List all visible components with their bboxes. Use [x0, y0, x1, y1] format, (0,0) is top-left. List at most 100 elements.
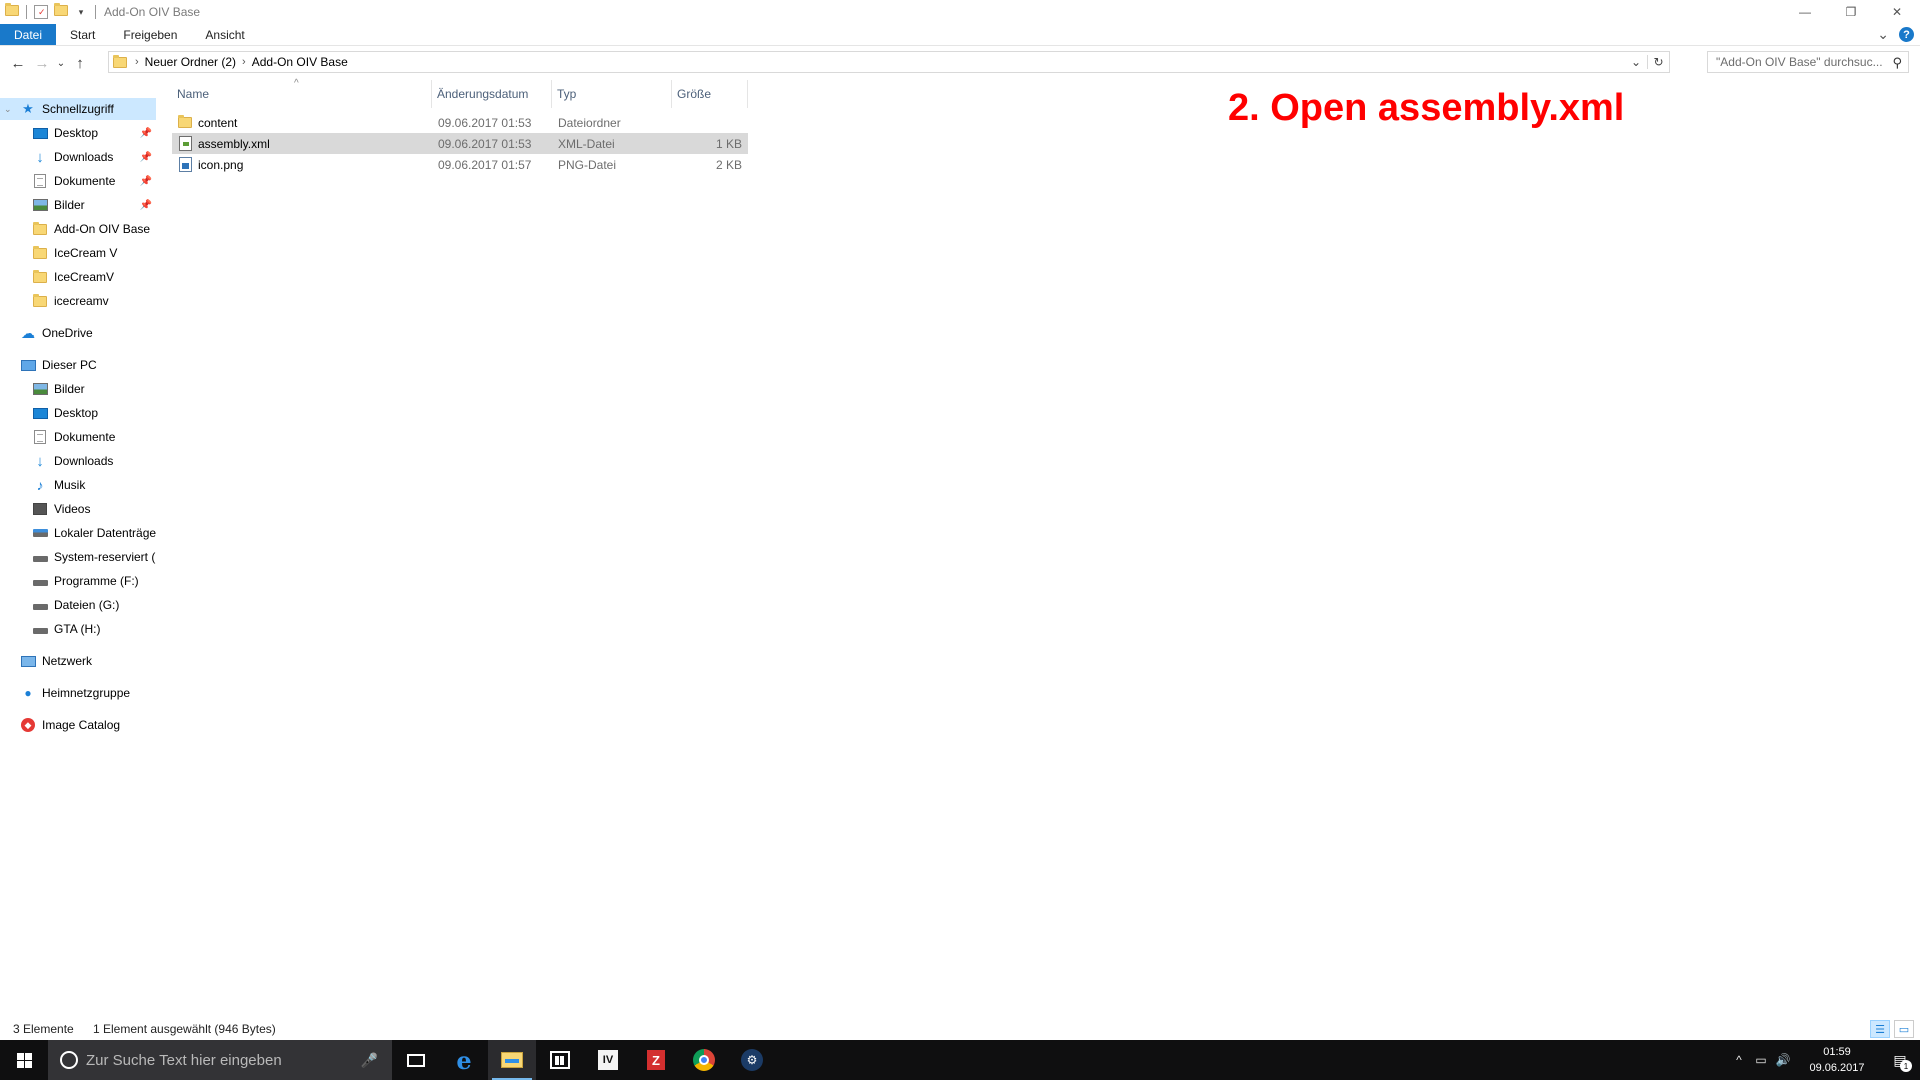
cortana-icon — [60, 1051, 78, 1069]
nav-pc-documents[interactable]: Dokumente — [0, 426, 156, 448]
nav-quick-icecream-v[interactable]: IceCream V — [0, 242, 156, 264]
nav-pc-videos[interactable]: Videos — [0, 498, 156, 520]
new-folder-icon[interactable] — [54, 3, 68, 19]
properties-icon[interactable]: ✓ — [34, 5, 48, 19]
drive-icon — [32, 549, 48, 565]
details-view-icon[interactable]: ☰ — [1870, 1020, 1890, 1038]
nav-pc-downloads[interactable]: ↓ Downloads — [0, 450, 156, 472]
file-name: assembly.xml — [198, 136, 270, 151]
red-app-button[interactable]: Z — [632, 1040, 680, 1080]
up-button[interactable]: ↑ — [68, 51, 92, 75]
column-label: Änderungsdatum — [437, 87, 529, 101]
nav-pc-dateien[interactable]: Dateien (G:) — [0, 594, 156, 616]
restore-button[interactable]: ❐ — [1828, 0, 1874, 24]
volume-icon[interactable]: 🔊 — [1772, 1053, 1794, 1067]
nav-network[interactable]: Netzwerk — [0, 650, 156, 672]
nav-pc-gta[interactable]: GTA (H:) — [0, 618, 156, 640]
item-count: 3 Elemente — [13, 1022, 74, 1036]
edge-button[interactable]: e — [440, 1040, 488, 1080]
clock-time: 01:59 — [1823, 1046, 1851, 1058]
column-header-type[interactable]: Typ — [552, 80, 672, 108]
file-row-icon-png[interactable]: icon.png 09.06.2017 01:57 PNG-Datei 2 KB — [172, 154, 748, 175]
nav-quick-downloads[interactable]: ↓ Downloads 📌 — [0, 146, 156, 168]
nav-quick-icecreamv-lower[interactable]: icecreamv — [0, 290, 156, 312]
nav-pc-desktop[interactable]: Desktop — [0, 402, 156, 424]
search-input[interactable]: "Add-On OIV Base" durchsuc... ⚲ — [1707, 51, 1909, 73]
help-icon[interactable]: ? — [1899, 27, 1914, 42]
nav-image-catalog[interactable]: ◆ Image Catalog — [0, 714, 156, 736]
action-center-button[interactable]: ▤ 1 — [1880, 1040, 1920, 1080]
forward-button[interactable]: → — [30, 51, 54, 75]
nav-quick-desktop[interactable]: Desktop 📌 — [0, 122, 156, 144]
nav-pc-music[interactable]: ♪ Musik — [0, 474, 156, 496]
back-button[interactable]: ← — [6, 51, 30, 75]
column-header-date[interactable]: Änderungsdatum — [432, 80, 552, 108]
start-button[interactable] — [0, 1040, 48, 1080]
minimize-button[interactable]: — — [1782, 0, 1828, 24]
openiv-button[interactable]: IV — [584, 1040, 632, 1080]
address-row: ← → ⌄ ↑ › Neuer Ordner (2) › Add-On OIV … — [0, 50, 1920, 76]
network-icon — [20, 653, 36, 669]
column-header-size[interactable]: Größe — [672, 80, 748, 108]
pin-icon: 📌 — [139, 127, 152, 139]
search-icon[interactable]: ⚲ — [1892, 55, 1902, 71]
desktop-icon — [32, 125, 48, 141]
close-button[interactable]: ✕ — [1874, 0, 1920, 24]
nav-this-pc[interactable]: Dieser PC — [0, 354, 156, 376]
nav-quick-add-on-oiv-base[interactable]: Add-On OIV Base — [0, 218, 156, 240]
breadcrumb-neuer-ordner[interactable]: Neuer Ordner (2) — [145, 55, 236, 69]
expand-ribbon-icon[interactable]: ⌄ — [1877, 26, 1889, 43]
nav-quick-pictures[interactable]: Bilder 📌 — [0, 194, 156, 216]
task-view-button[interactable] — [392, 1040, 440, 1080]
nav-label: Image Catalog — [42, 718, 121, 732]
nav-quick-access[interactable]: ⌄ ★ Schnellzugriff — [0, 98, 156, 120]
breadcrumb-separator-icon[interactable]: › — [242, 56, 246, 68]
taskbar: Zur Suche Text hier eingeben 🎤 e IV Z ⚙ … — [0, 1040, 1920, 1080]
nav-label: System-reserviert (E — [54, 550, 156, 564]
breadcrumb-add-on-oiv-base[interactable]: Add-On OIV Base — [252, 55, 348, 69]
recent-locations-button[interactable]: ⌄ — [54, 51, 68, 75]
network-status-icon[interactable]: ▭ — [1750, 1053, 1772, 1067]
nav-label: Desktop — [54, 126, 99, 140]
steam-icon: ⚙ — [741, 1049, 763, 1071]
nav-pc-programme[interactable]: Programme (F:) — [0, 570, 156, 592]
computer-icon — [20, 357, 36, 373]
chrome-button[interactable] — [680, 1040, 728, 1080]
nav-label: Dateien (G:) — [54, 598, 120, 612]
nav-quick-documents[interactable]: Dokumente 📌 — [0, 170, 156, 192]
file-type: PNG-Datei — [558, 157, 617, 172]
tab-freigeben[interactable]: Freigeben — [109, 24, 191, 45]
file-row-content[interactable]: content 09.06.2017 01:53 Dateiordner — [172, 112, 748, 133]
file-date: 09.06.2017 01:53 — [438, 115, 532, 130]
steam-button[interactable]: ⚙ — [728, 1040, 776, 1080]
address-bar[interactable]: › Neuer Ordner (2) › Add-On OIV Base ⌄ ↻ — [108, 51, 1670, 73]
red-app-icon: Z — [647, 1050, 665, 1070]
expander-icon[interactable]: ⌄ — [4, 104, 14, 115]
window-title: Add-On OIV Base — [104, 5, 201, 19]
tab-start[interactable]: Start — [56, 24, 109, 45]
store-button[interactable] — [536, 1040, 584, 1080]
tab-datei[interactable]: Datei — [0, 24, 57, 45]
tab-ansicht[interactable]: Ansicht — [191, 24, 258, 45]
nav-onedrive[interactable]: ☁ OneDrive — [0, 322, 156, 344]
nav-pc-local-disk[interactable]: Lokaler Datenträger — [0, 522, 156, 544]
nav-label: Musik — [54, 478, 86, 492]
refresh-icon[interactable]: ↻ — [1647, 55, 1669, 69]
homegroup-icon: ● — [24, 686, 32, 700]
nav-quick-icecreamv[interactable]: IceCreamV — [0, 266, 156, 288]
breadcrumb-separator-icon[interactable]: › — [135, 56, 139, 68]
nav-pc-pictures[interactable]: Bilder — [0, 378, 156, 400]
customize-toolbar-icon[interactable]: ▾ — [74, 5, 88, 19]
file-explorer-button[interactable] — [488, 1040, 536, 1080]
nav-pc-system-reserved[interactable]: System-reserviert (E — [0, 546, 156, 568]
edge-icon: e — [456, 1045, 472, 1075]
column-header-name[interactable]: Name — [172, 80, 432, 108]
microphone-icon[interactable]: 🎤 — [361, 1052, 378, 1069]
chevron-up-icon[interactable]: ^ — [1728, 1053, 1750, 1067]
large-icons-view-icon[interactable]: ▭ — [1894, 1020, 1914, 1038]
taskbar-search-input[interactable]: Zur Suche Text hier eingeben 🎤 — [48, 1040, 392, 1080]
clock[interactable]: 01:59 09.06.2017 — [1802, 1044, 1872, 1076]
nav-homegroup[interactable]: ● Heimnetzgruppe — [0, 682, 156, 704]
address-dropdown-icon[interactable]: ⌄ — [1625, 55, 1647, 69]
file-row-assembly-xml[interactable]: assembly.xml 09.06.2017 01:53 XML-Datei … — [172, 133, 748, 154]
